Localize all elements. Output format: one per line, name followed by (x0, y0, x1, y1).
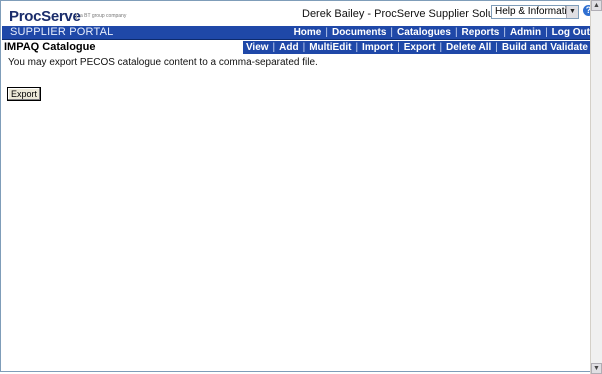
nav-separator: | (454, 27, 458, 38)
nav-logout[interactable]: Log Out (552, 27, 590, 38)
nav-separator: | (545, 27, 548, 38)
subnav-separator: | (439, 42, 443, 53)
top-header: ProcServe a BT group company Derek Baile… (2, 2, 594, 26)
help-information-select[interactable]: Help & Information... ▼ (491, 5, 579, 19)
subnav-separator: | (495, 42, 498, 53)
subnav-separator: | (397, 42, 400, 53)
logo-text: ProcServe (9, 8, 81, 25)
subnav-view[interactable]: View (246, 42, 269, 53)
scroll-up-arrow-icon[interactable]: ▲ (591, 0, 602, 11)
logo-subtext: a BT group company (76, 13, 126, 19)
browser-content-frame: ProcServe a BT group company Derek Baile… (0, 0, 594, 372)
subnav-multiedit[interactable]: MultiEdit (309, 42, 351, 53)
subnav-import[interactable]: Import (362, 42, 393, 53)
portal-title: SUPPLIER PORTAL (10, 26, 114, 38)
subnav-separator: | (355, 42, 359, 53)
chevron-down-icon[interactable]: ▼ (566, 6, 578, 18)
nav-separator: | (325, 27, 328, 38)
export-description: You may export PECOS catalogue content t… (8, 57, 318, 68)
nav-admin[interactable]: Admin (510, 27, 541, 38)
nav-home[interactable]: Home (294, 27, 322, 38)
procserve-logo: ProcServe (9, 8, 81, 25)
scroll-down-arrow-icon[interactable]: ▼ (591, 363, 602, 374)
subnav-delete-all[interactable]: Delete All (446, 42, 491, 53)
nav-separator: | (390, 27, 394, 38)
nav-separator: | (503, 27, 506, 38)
subnav-build-validate[interactable]: Build and Validate (502, 42, 588, 53)
nav-reports[interactable]: Reports (462, 27, 500, 38)
nav-catalogues[interactable]: Catalogues (397, 27, 451, 38)
export-button[interactable]: Export (7, 87, 41, 101)
subnav-add[interactable]: Add (279, 42, 298, 53)
page-header: IMPAQ Catalogue View | Add | MultiEdit |… (2, 41, 590, 54)
main-navigation: Home | Documents | Catalogues | Reports … (294, 26, 590, 39)
subnav-separator: | (302, 42, 306, 53)
catalogue-subnav: View | Add | MultiEdit | Import | Export… (242, 41, 590, 54)
portal-bar: SUPPLIER PORTAL Home | Documents | Catal… (2, 26, 590, 40)
vertical-scrollbar[interactable]: ▲ ▼ (590, 0, 602, 374)
subnav-export[interactable]: Export (404, 42, 436, 53)
page-title: IMPAQ Catalogue (4, 41, 96, 53)
subnav-separator: | (272, 42, 276, 53)
nav-documents[interactable]: Documents (332, 27, 386, 38)
